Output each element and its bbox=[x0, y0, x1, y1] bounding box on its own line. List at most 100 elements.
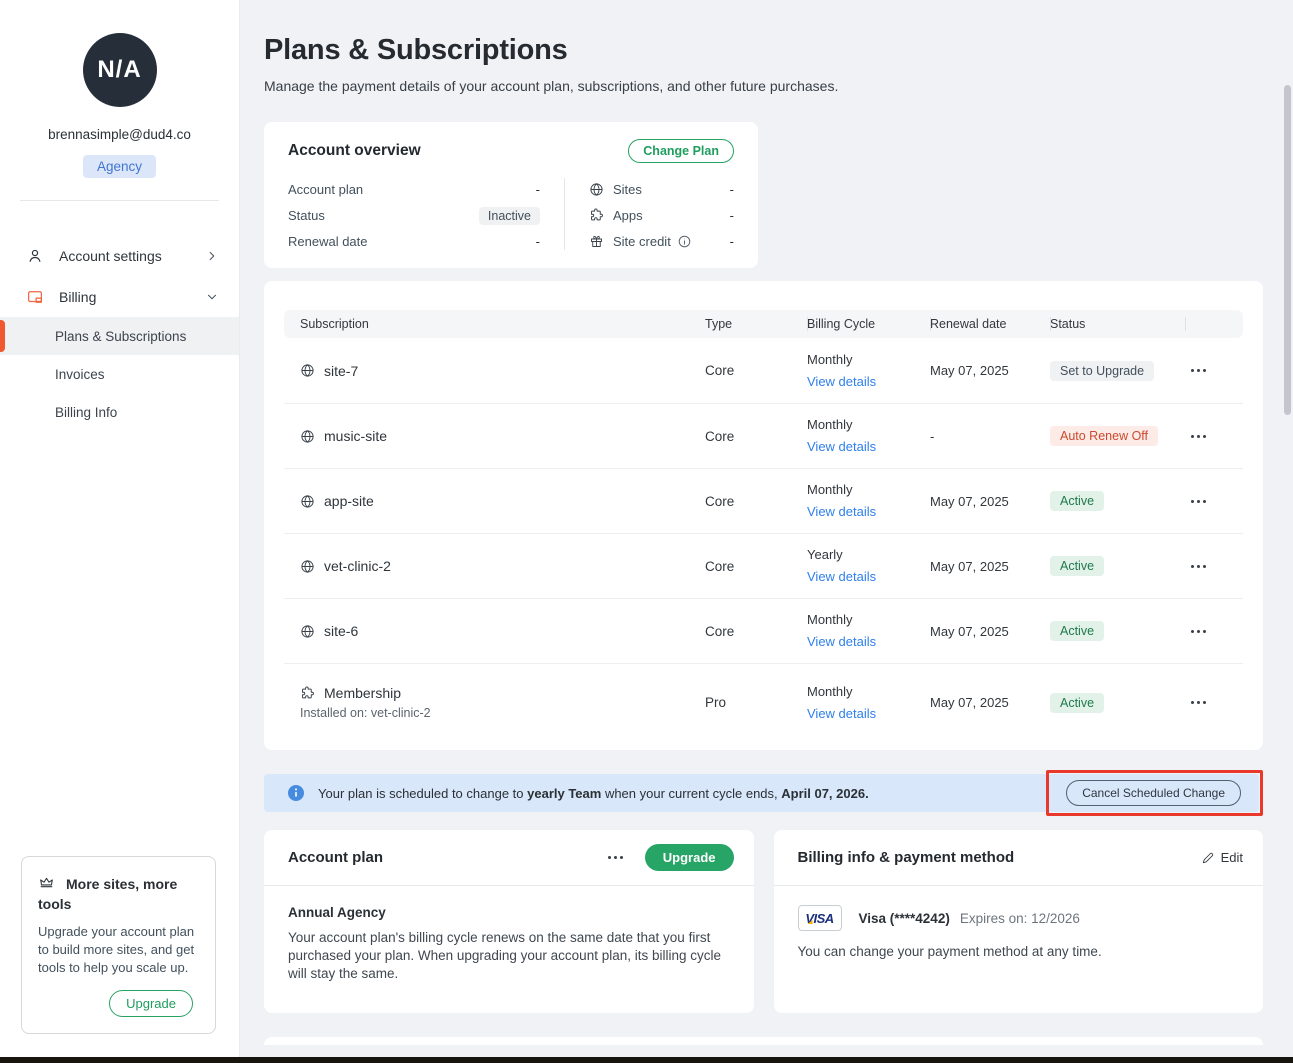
column-header-billing-cycle: Billing Cycle bbox=[807, 310, 930, 338]
billing-cycle: Monthly bbox=[807, 417, 853, 432]
card-number: Visa (****4242) bbox=[859, 911, 950, 926]
overview-row-apps: Apps - bbox=[589, 202, 734, 228]
role-badge: Agency bbox=[83, 155, 156, 178]
globe-icon bbox=[300, 559, 315, 574]
page-title: Plans & Subscriptions bbox=[264, 34, 1293, 67]
promo-upgrade-button[interactable]: Upgrade bbox=[109, 990, 193, 1017]
sidebar-item-billing[interactable]: Billing bbox=[0, 276, 239, 317]
sidebar-item-label: Account settings bbox=[59, 248, 162, 264]
cancel-scheduled-change-button[interactable]: Cancel Scheduled Change bbox=[1066, 780, 1241, 806]
subscription-type: Core bbox=[705, 559, 807, 574]
column-header-type: Type bbox=[705, 310, 807, 338]
overview-row-account-plan: Account plan - bbox=[288, 176, 540, 202]
account-overview-title: Account overview bbox=[288, 142, 421, 160]
overview-row-renewal-date: Renewal date - bbox=[288, 228, 540, 254]
wallet-icon bbox=[26, 288, 44, 306]
overview-row-sites: Sites - bbox=[589, 176, 734, 202]
subscription-name: music-site bbox=[324, 428, 387, 444]
sidebar-item-invoices[interactable]: Invoices bbox=[0, 355, 239, 393]
row-menu-button[interactable] bbox=[1185, 559, 1211, 574]
renewal-date: May 07, 2025 bbox=[930, 363, 1050, 378]
overview-row-status: Status Inactive bbox=[288, 202, 540, 228]
page-subtitle: Manage the payment details of your accou… bbox=[264, 78, 1293, 94]
overview-label: Sites bbox=[613, 182, 642, 197]
view-details-link[interactable]: View details bbox=[807, 373, 876, 391]
overview-divider bbox=[564, 178, 565, 250]
window-bottom-edge bbox=[0, 1057, 1293, 1063]
sidebar-subitem-label: Plans & Subscriptions bbox=[55, 329, 186, 344]
change-plan-button[interactable]: Change Plan bbox=[628, 139, 734, 163]
renewal-date: May 07, 2025 bbox=[930, 494, 1050, 509]
overview-value: - bbox=[536, 182, 540, 197]
table-row: app-site Core MonthlyView details May 07… bbox=[284, 468, 1243, 533]
overview-value: - bbox=[730, 234, 734, 249]
subscription-type: Core bbox=[705, 363, 807, 378]
table-row: site-6 Core MonthlyView details May 07, … bbox=[284, 598, 1243, 663]
subscription-name: vet-clinic-2 bbox=[324, 558, 391, 574]
overview-row-site-credit: Site credit - bbox=[589, 228, 734, 254]
renewal-date: May 07, 2025 bbox=[930, 559, 1050, 574]
billing-info-title: Billing info & payment method bbox=[798, 849, 1015, 866]
status-badge: Active bbox=[1050, 693, 1104, 713]
column-header-subscription: Subscription bbox=[284, 310, 705, 338]
billing-cycle: Monthly bbox=[807, 612, 853, 627]
promo-title: More sites, more tools bbox=[38, 874, 199, 914]
crown-icon bbox=[38, 875, 55, 892]
status-badge: Set to Upgrade bbox=[1050, 361, 1154, 381]
overview-label: Account plan bbox=[288, 182, 363, 197]
row-menu-button[interactable] bbox=[1185, 494, 1211, 509]
status-badge: Inactive bbox=[479, 207, 540, 225]
sidebar-item-plans-subscriptions[interactable]: Plans & Subscriptions bbox=[0, 317, 239, 355]
overview-value: - bbox=[730, 182, 734, 197]
upgrade-button[interactable]: Upgrade bbox=[645, 844, 734, 871]
sidebar: N/A brennasimple@dud4.co Agency Account … bbox=[0, 0, 240, 1063]
person-icon bbox=[26, 247, 44, 265]
view-details-link[interactable]: View details bbox=[807, 568, 876, 586]
card-menu-button[interactable] bbox=[603, 850, 629, 865]
chevron-right-icon bbox=[205, 249, 219, 263]
column-header-status: Status bbox=[1050, 310, 1185, 338]
billing-cycle: Yearly bbox=[807, 547, 843, 562]
table-row: Membership Installed on: vet-clinic-2 Pr… bbox=[284, 663, 1243, 741]
visa-logo: VISA bbox=[798, 905, 842, 931]
row-menu-button[interactable] bbox=[1185, 363, 1211, 378]
sidebar-divider bbox=[20, 200, 219, 201]
overview-label: Renewal date bbox=[288, 234, 368, 249]
table-row: vet-clinic-2 Core Yearly View details May… bbox=[284, 533, 1243, 598]
subscription-installed-on: Installed on: vet-clinic-2 bbox=[300, 706, 705, 720]
puzzle-icon bbox=[300, 686, 315, 701]
plan-description: Your account plan's billing cycle renews… bbox=[288, 929, 730, 983]
overview-label: Status bbox=[288, 208, 325, 223]
sidebar-subitem-label: Invoices bbox=[55, 367, 105, 382]
view-details-link[interactable]: View details bbox=[807, 438, 876, 456]
view-details-link[interactable]: View details bbox=[807, 503, 876, 521]
billing-info-card: Billing info & payment method Edit VISA bbox=[774, 830, 1264, 1013]
sidebar-item-account-settings[interactable]: Account settings bbox=[0, 235, 239, 276]
edit-button[interactable]: Edit bbox=[1201, 850, 1243, 865]
row-menu-button[interactable] bbox=[1185, 695, 1211, 710]
view-details-link[interactable]: View details bbox=[807, 633, 876, 651]
avatar: N/A bbox=[83, 33, 157, 107]
overview-label: Apps bbox=[613, 208, 643, 223]
promo-title-text: More sites, more tools bbox=[38, 876, 177, 912]
row-menu-button[interactable] bbox=[1185, 624, 1211, 639]
table-row: music-site Core MonthlyView details - Au… bbox=[284, 403, 1243, 468]
subscriptions-table-card: Subscription Type Billing Cycle Renewal … bbox=[264, 281, 1263, 750]
billing-cycle: Monthly bbox=[807, 352, 853, 367]
plan-name: Annual Agency bbox=[288, 905, 730, 920]
row-menu-button[interactable] bbox=[1185, 429, 1211, 444]
subscription-name: site-7 bbox=[324, 363, 358, 379]
subscription-name: app-site bbox=[324, 493, 374, 509]
overview-label: Site credit bbox=[613, 234, 671, 249]
status-badge: Auto Renew Off bbox=[1050, 426, 1158, 446]
renewal-date: May 07, 2025 bbox=[930, 695, 1050, 710]
subscription-name: Membership bbox=[324, 685, 401, 701]
sidebar-item-billing-info[interactable]: Billing Info bbox=[0, 393, 239, 431]
scrollbar-thumb[interactable] bbox=[1284, 85, 1291, 415]
globe-icon bbox=[300, 429, 315, 444]
overview-value: - bbox=[536, 234, 540, 249]
view-details-link[interactable]: View details bbox=[807, 705, 876, 723]
chevron-down-icon bbox=[205, 290, 219, 304]
banner-text: Your plan is scheduled to change to year… bbox=[318, 786, 869, 801]
info-icon[interactable] bbox=[678, 235, 691, 248]
